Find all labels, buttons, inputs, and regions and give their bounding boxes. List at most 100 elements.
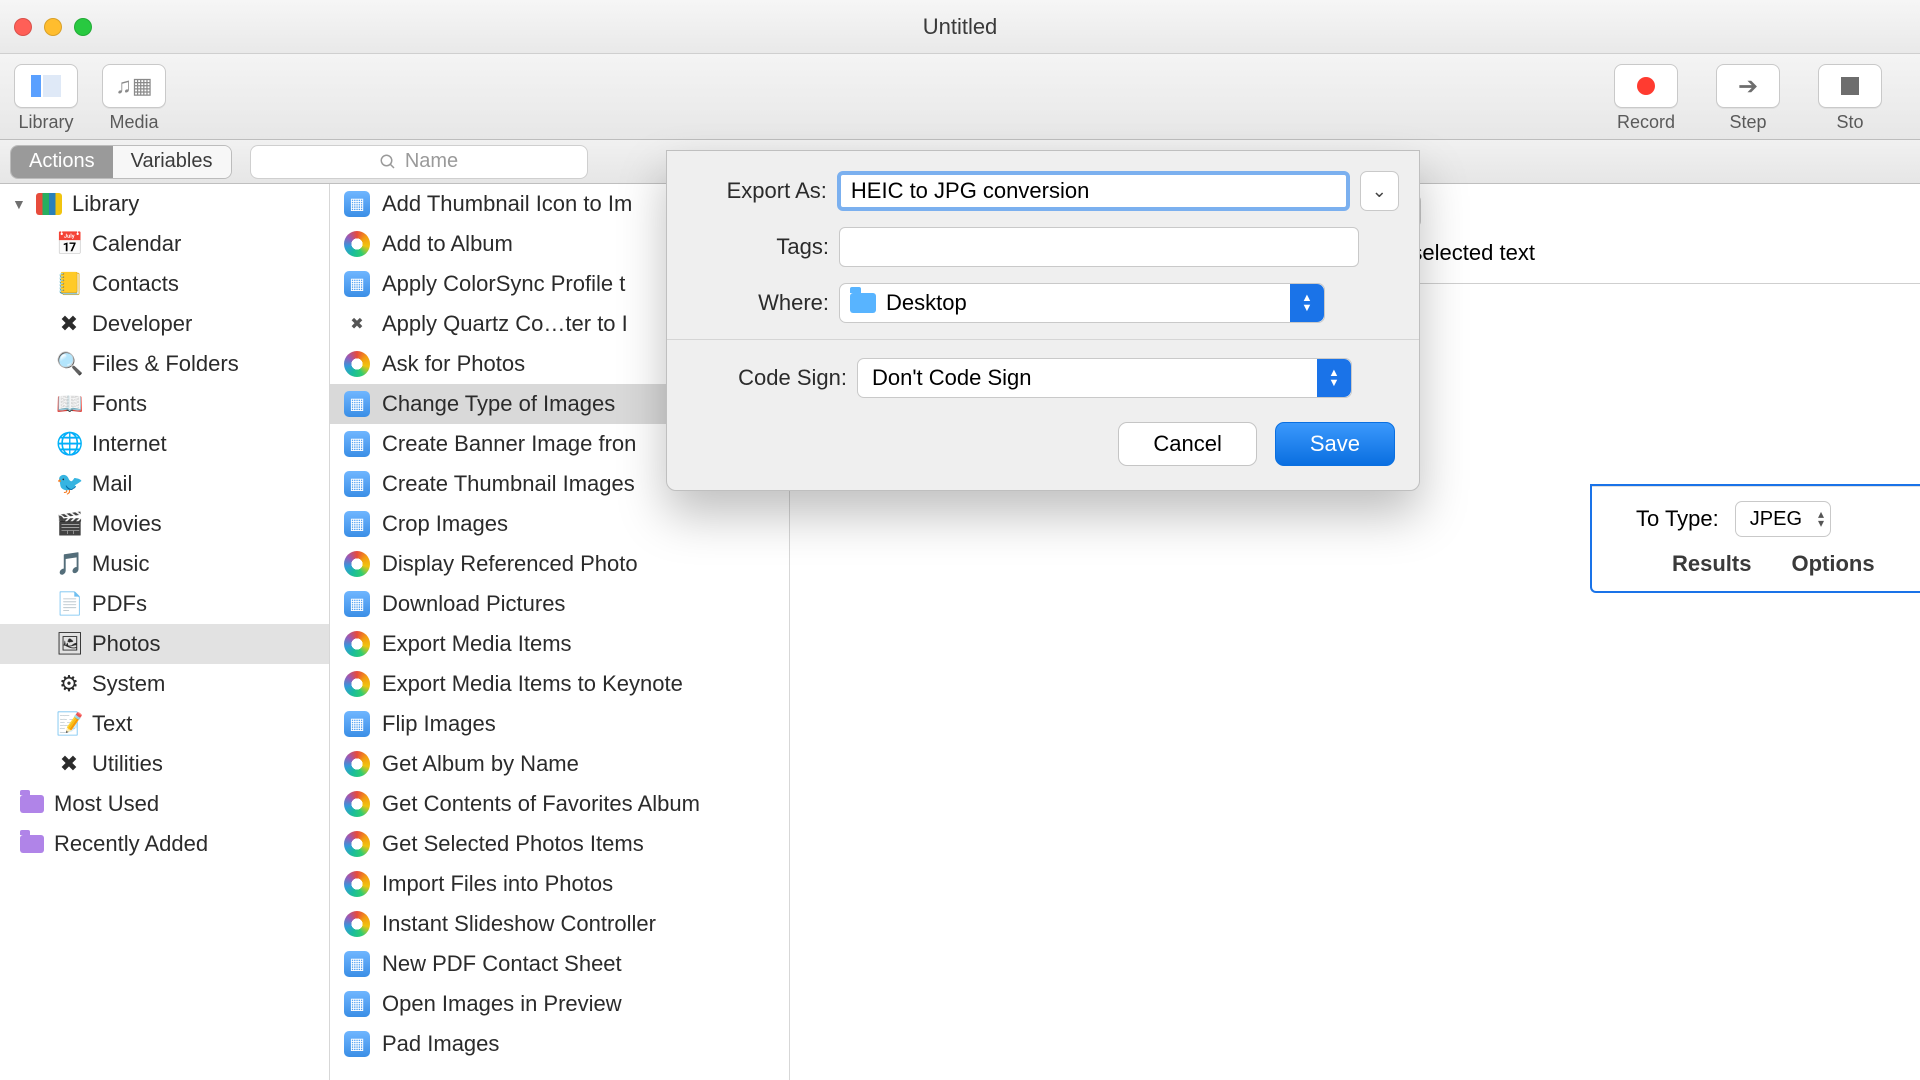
action-item[interactable]: Get Album by Name	[330, 744, 789, 784]
stop-button[interactable]	[1818, 64, 1882, 108]
sidebar-item-label: Text	[92, 711, 132, 737]
sidebar-item-utilities[interactable]: ✖︎ Utilities	[0, 744, 329, 784]
expand-save-panel-button[interactable]: ⌄	[1360, 171, 1399, 211]
folder-icon	[850, 293, 876, 313]
step-button[interactable]: ➔	[1716, 64, 1780, 108]
category-icon: 📅	[56, 231, 82, 257]
action-item[interactable]: Get Selected Photos Items	[330, 824, 789, 864]
folder-icon	[20, 795, 44, 813]
action-item-label: Pad Images	[382, 1031, 499, 1057]
action-icon	[344, 791, 370, 817]
sidebar-item-label: Utilities	[92, 751, 163, 777]
where-popup[interactable]: Desktop ▲▼	[839, 283, 1325, 323]
sidebar-item-label: Internet	[92, 431, 167, 457]
sidebar-item-pdfs[interactable]: 📄PDFs	[0, 584, 329, 624]
library-tabs: Actions Variables	[10, 145, 232, 179]
sidebar-item-label: Movies	[92, 511, 162, 537]
category-icon: 🎵	[56, 551, 82, 577]
titlebar: Untitled	[0, 0, 1920, 54]
action-icon: ▦	[344, 991, 370, 1017]
action-item[interactable]: ▦Crop Images	[330, 504, 789, 544]
search-input[interactable]: Name	[250, 145, 588, 179]
action-item[interactable]: ▦ Flip Images	[330, 704, 789, 744]
action-item[interactable]: ▦Download Pictures	[330, 584, 789, 624]
save-button[interactable]: Save	[1275, 422, 1395, 466]
disclosure-triangle-icon[interactable]: ▼	[12, 196, 26, 212]
record-button[interactable]	[1614, 64, 1678, 108]
sidebar-item-calendar[interactable]: 📅Calendar	[0, 224, 329, 264]
action-item[interactable]: Instant Slideshow Controller	[330, 904, 789, 944]
action-icon: ▦	[344, 1031, 370, 1057]
cancel-button[interactable]: Cancel	[1118, 422, 1256, 466]
search-icon	[379, 153, 397, 171]
action-icon: ▦	[344, 191, 370, 217]
action-item[interactable]: Export Media Items	[330, 624, 789, 664]
toolbar: Library ♫▦ Media Record ➔ Step Sto	[0, 54, 1920, 140]
action-tab-options[interactable]: Options	[1791, 551, 1874, 577]
action-icon: ▦	[344, 711, 370, 737]
recently-added-label: Recently Added	[54, 831, 208, 857]
sidebar-item-photos[interactable]: 🖼Photos	[0, 624, 329, 664]
action-item[interactable]: ▦Open Images in Preview	[330, 984, 789, 1024]
sidebar-item-contacts[interactable]: 📒Contacts	[0, 264, 329, 304]
library-sidebar: ▼ Library 📅Calendar📒Contacts✖︎Developer🔍…	[0, 184, 330, 1080]
action-icon	[344, 551, 370, 577]
category-icon: ⚙︎	[56, 671, 82, 697]
sidebar-item-label: PDFs	[92, 591, 147, 617]
category-icon: 🎬	[56, 511, 82, 537]
action-item[interactable]: ▦ Pad Images	[330, 1024, 789, 1064]
sidebar-item-fonts[interactable]: 📖Fonts	[0, 384, 329, 424]
action-icon: ▦	[344, 271, 370, 297]
action-item[interactable]: Import Files into Photos	[330, 864, 789, 904]
tab-actions[interactable]: Actions	[11, 146, 113, 178]
action-item-label: Ask for Photos	[382, 351, 525, 377]
sidebar-item-system[interactable]: ⚙︎System	[0, 664, 329, 704]
automator-window: Untitled Library ♫▦ Media Record ➔ Step	[0, 0, 1920, 1080]
record-icon	[1637, 77, 1655, 95]
library-root[interactable]: ▼ Library	[0, 184, 329, 224]
action-item[interactable]: Export Media Items to Keynote	[330, 664, 789, 704]
library-toolbar-label: Library	[18, 112, 73, 133]
tags-field[interactable]	[839, 227, 1359, 267]
action-item-label: Display Referenced Photo	[382, 551, 638, 577]
code-sign-popup[interactable]: Don't Code Sign ▲▼	[857, 358, 1352, 398]
recently-added[interactable]: Recently Added	[0, 824, 329, 864]
sidebar-item-movies[interactable]: 🎬 Movies	[0, 504, 329, 544]
sidebar-item-label: Contacts	[92, 271, 179, 297]
window-title: Untitled	[0, 14, 1920, 40]
media-toolbar-button[interactable]: ♫▦	[102, 64, 166, 108]
action-item-label: Export Media Items to Keynote	[382, 671, 683, 697]
media-icon: ♫▦	[115, 73, 152, 99]
sidebar-item-mail[interactable]: 🐦Mail	[0, 464, 329, 504]
action-icon	[344, 231, 370, 257]
change-type-action-card[interactable]: To Type: JPEG ▴▾ Results Options	[1590, 484, 1920, 593]
category-icon: ✖︎	[56, 751, 82, 777]
most-used[interactable]: Most Used	[0, 784, 329, 824]
library-toolbar-button[interactable]	[14, 64, 78, 108]
export-as-field[interactable]	[837, 171, 1350, 211]
action-item[interactable]: Display Referenced Photo	[330, 544, 789, 584]
stop-icon	[1841, 77, 1859, 95]
to-type-popup[interactable]: JPEG ▴▾	[1735, 501, 1831, 537]
action-tab-results[interactable]: Results	[1672, 551, 1751, 577]
action-icon	[344, 631, 370, 657]
sidebar-item-files-folders[interactable]: 🔍Files & Folders	[0, 344, 329, 384]
action-item-label: Import Files into Photos	[382, 871, 613, 897]
library-icon	[31, 75, 61, 97]
sidebar-item-label: Developer	[92, 311, 192, 337]
export-dialog: Export As: ⌄ Tags: Where: Desktop ▲▼	[666, 150, 1420, 491]
action-item-label: Get Contents of Favorites Album	[382, 791, 700, 817]
action-item-label: Flip Images	[382, 711, 496, 737]
sidebar-item-label: Photos	[92, 631, 161, 657]
action-item-label: Export Media Items	[382, 631, 572, 657]
category-icon: 🐦	[56, 471, 82, 497]
sidebar-item-developer[interactable]: ✖︎Developer	[0, 304, 329, 344]
action-item[interactable]: ▦New PDF Contact Sheet	[330, 944, 789, 984]
action-item-label: Change Type of Images	[382, 391, 615, 417]
sidebar-item-text[interactable]: 📝Text	[0, 704, 329, 744]
action-item[interactable]: Get Contents of Favorites Album	[330, 784, 789, 824]
step-label: Step	[1729, 112, 1766, 133]
tab-variables[interactable]: Variables	[113, 146, 231, 178]
sidebar-item-internet[interactable]: 🌐Internet	[0, 424, 329, 464]
sidebar-item-music[interactable]: 🎵Music	[0, 544, 329, 584]
